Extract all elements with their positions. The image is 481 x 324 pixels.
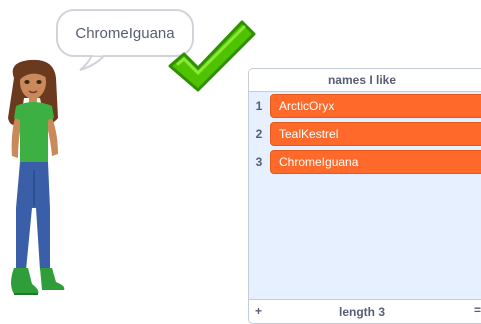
list-item-index: 3 (255, 155, 263, 169)
list-footer: + length 3 = (249, 299, 481, 323)
list-item-index: 1 (255, 99, 263, 113)
list-monitor[interactable]: names I like 1 ArcticOryx 2 TealKestrel … (248, 68, 481, 324)
list-item-value[interactable]: ChromeIguana (270, 150, 481, 174)
stage: ChromeIguana names I like 1 ArcticOryx 2… (0, 0, 481, 324)
list-body: 1 ArcticOryx 2 TealKestrel 3 ChromeIguan… (249, 92, 481, 299)
add-item-button[interactable]: + (255, 304, 262, 318)
list-item-index: 2 (255, 127, 263, 141)
list-item[interactable]: 3 ChromeIguana (249, 149, 481, 175)
list-length-label: length 3 (338, 304, 385, 319)
resize-handle[interactable]: = (474, 303, 481, 317)
list-item-value[interactable]: ArcticOryx (270, 94, 481, 118)
list-item-value[interactable]: TealKestrel (270, 122, 481, 146)
list-title: names I like (249, 69, 481, 92)
check-mark-icon (168, 20, 256, 92)
girl-sprite[interactable] (0, 58, 92, 306)
speech-bubble-text: ChromeIguana (75, 24, 175, 42)
list-item[interactable]: 1 ArcticOryx (249, 93, 481, 119)
list-item[interactable]: 2 TealKestrel (249, 121, 481, 147)
